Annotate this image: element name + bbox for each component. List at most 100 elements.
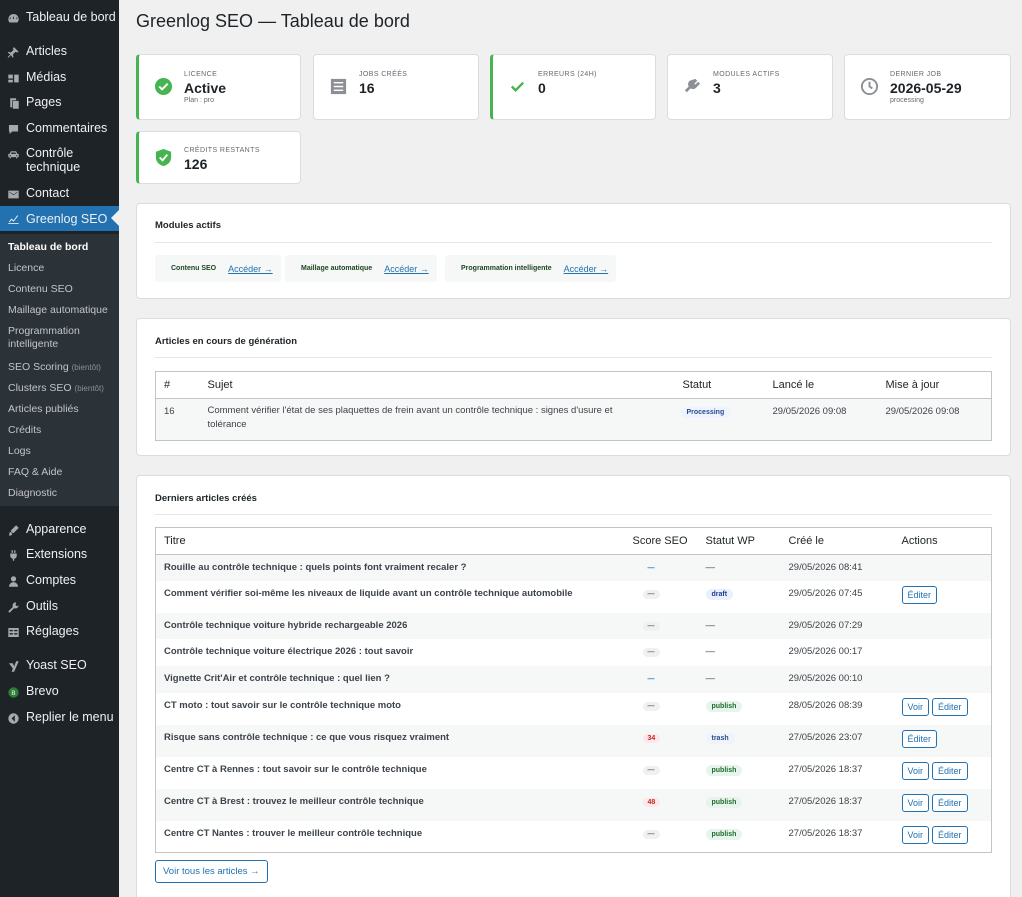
menu-comments[interactable]: Commentaires [0, 121, 119, 136]
seo-score-badge: — [647, 565, 655, 572]
wp-status-badge: publish [705, 764, 743, 776]
col-header: Sujet [199, 371, 675, 399]
menu-dashboard[interactable]: Tableau de bord [0, 10, 119, 25]
module-access-link[interactable]: Accéder → [384, 264, 429, 274]
seo-score-cell: 34 [624, 724, 698, 757]
card-value: Active [184, 80, 227, 96]
created-date: 27/05/2026 18:37 [780, 788, 894, 821]
menu-outils[interactable]: Outils [0, 599, 119, 614]
submenu-label: SEO Scoring [8, 361, 69, 373]
seo-score-badge: — [642, 765, 660, 775]
menu-collapse[interactable]: Replier le menu [0, 710, 119, 725]
wp-status-text: — [705, 645, 716, 657]
card-label: Dernier job [890, 71, 942, 78]
menu-articles[interactable]: Articles [0, 44, 119, 59]
table-row: Vignette Crit'Air et contrôle technique … [155, 665, 992, 693]
wp-status-badge: draft [705, 588, 734, 600]
article-title: Rouille au contrôle technique : quels po… [155, 554, 625, 581]
view-all-articles-button[interactable]: Voir tous les articles → [155, 860, 268, 883]
menu-pages[interactable]: Pages [0, 95, 119, 110]
menu-reglages[interactable]: Réglages [0, 624, 119, 639]
menu-contact[interactable]: Contact [0, 186, 119, 201]
divider [155, 357, 992, 358]
menu-greenlog-seo[interactable]: Greenlog SEO [0, 206, 119, 231]
submenu-scoring[interactable]: SEO Scoring (bientôt) [8, 361, 116, 375]
menu-controle-technique[interactable]: Contrôle technique [0, 146, 119, 174]
view-button[interactable]: Voir [901, 761, 930, 780]
seo-score-badge: 34 [642, 733, 661, 743]
wp-status-cell: trash [697, 724, 781, 757]
actions-cell: Voir Éditer [894, 693, 992, 725]
seo-score-badge: — [642, 701, 660, 711]
actions-cell [893, 665, 992, 693]
card-value: 3 [713, 80, 721, 96]
table-row: Comment vérifier soi-même les niveaux de… [156, 581, 992, 613]
seo-score-cell: 48 [624, 788, 698, 821]
media-icon [7, 72, 20, 85]
card-value: 126 [184, 156, 208, 172]
submenu-diagnostic[interactable]: Diagnostic [8, 487, 116, 500]
plugin-icon [7, 549, 20, 562]
menu-label: Replier le menu [26, 710, 114, 724]
wp-status-badge: publish [705, 828, 743, 840]
wp-status-text: — [705, 562, 716, 573]
jobs-card: Jobs créés 16 [313, 54, 479, 120]
submenu-clusters[interactable]: Clusters SEO (bientôt) [8, 382, 116, 396]
menu-brevo[interactable]: B Brevo [0, 684, 119, 699]
menu-medias[interactable]: Médias [0, 70, 119, 85]
seo-score-badge: — [642, 647, 660, 657]
actions-cell [893, 612, 992, 639]
wp-status-cell: — [697, 554, 781, 581]
edit-button[interactable]: Éditer [932, 761, 968, 780]
submenu-tableau[interactable]: Tableau de bord [8, 241, 116, 254]
view-button[interactable]: Voir [901, 825, 930, 844]
submenu-credits[interactable]: Crédits [8, 424, 116, 437]
seo-score-badge: 48 [642, 797, 661, 807]
col-header: Statut [674, 371, 765, 399]
col-header: Statut WP [697, 527, 781, 555]
menu-comptes[interactable]: Comptes [0, 573, 119, 588]
module-access-link[interactable]: Accéder → [564, 264, 609, 274]
module-access-link[interactable]: Accéder → [228, 264, 273, 274]
paintbrush-icon [7, 524, 20, 537]
edit-button[interactable]: Éditer [932, 697, 968, 716]
menu-extensions[interactable]: Extensions [0, 547, 119, 562]
card-value: 16 [359, 80, 375, 96]
soon-badge: (bientôt) [71, 363, 101, 372]
edit-button[interactable]: Éditer [932, 825, 968, 844]
col-header: Score SEO [624, 527, 698, 555]
view-button[interactable]: Voir [901, 697, 930, 716]
submenu-contenu[interactable]: Contenu SEO [8, 283, 116, 296]
submenu-faq[interactable]: FAQ & Aide [8, 466, 116, 479]
submenu-licence[interactable]: Licence [8, 262, 116, 275]
module-name: Programmation intelligente [461, 265, 552, 272]
card-sub: processing [890, 97, 924, 104]
card-label: Licence [184, 71, 218, 78]
menu-apparence[interactable]: Apparence [0, 522, 119, 537]
menu-label: Commentaires [26, 121, 108, 135]
menu-yoast[interactable]: Yoast SEO [0, 658, 119, 673]
modules-card: Modules actifs 3 [667, 54, 833, 120]
edit-button[interactable]: Éditer [932, 793, 968, 812]
col-header: # [155, 371, 200, 399]
seo-score-badge: — [642, 829, 660, 839]
card-label: Jobs créés [359, 71, 408, 78]
edit-button[interactable]: Éditer [901, 585, 938, 604]
view-button[interactable]: Voir [901, 793, 930, 812]
created-date: 28/05/2026 08:39 [788, 699, 863, 711]
greenlog-submenu: Tableau de bord Licence Contenu SEO Mail… [0, 234, 119, 506]
menu-label: Comptes [26, 573, 77, 587]
edit-button[interactable]: Éditer [901, 729, 938, 748]
article-title: Comment vérifier soi-même les niveaux de… [164, 587, 573, 599]
clock-icon [860, 77, 879, 96]
article-title: Centre CT à Rennes : tout savoir sur le … [164, 763, 427, 775]
submenu-programmation[interactable]: Programmation intelligente [8, 325, 116, 350]
job-updated: 29/05/2026 09:08 [877, 398, 992, 441]
submenu-maillage[interactable]: Maillage automatique [8, 304, 116, 317]
created-date: 29/05/2026 00:10 [780, 665, 894, 693]
submenu-publies[interactable]: Articles publiés [8, 403, 116, 416]
card-value: 0 [538, 80, 546, 96]
jobs-table: # Sujet Statut Lancé le Mise à jour 16 C… [155, 371, 992, 441]
articles-table: Titre Score SEO Statut WP Créé le Action… [155, 527, 992, 853]
submenu-logs[interactable]: Logs [8, 445, 116, 458]
